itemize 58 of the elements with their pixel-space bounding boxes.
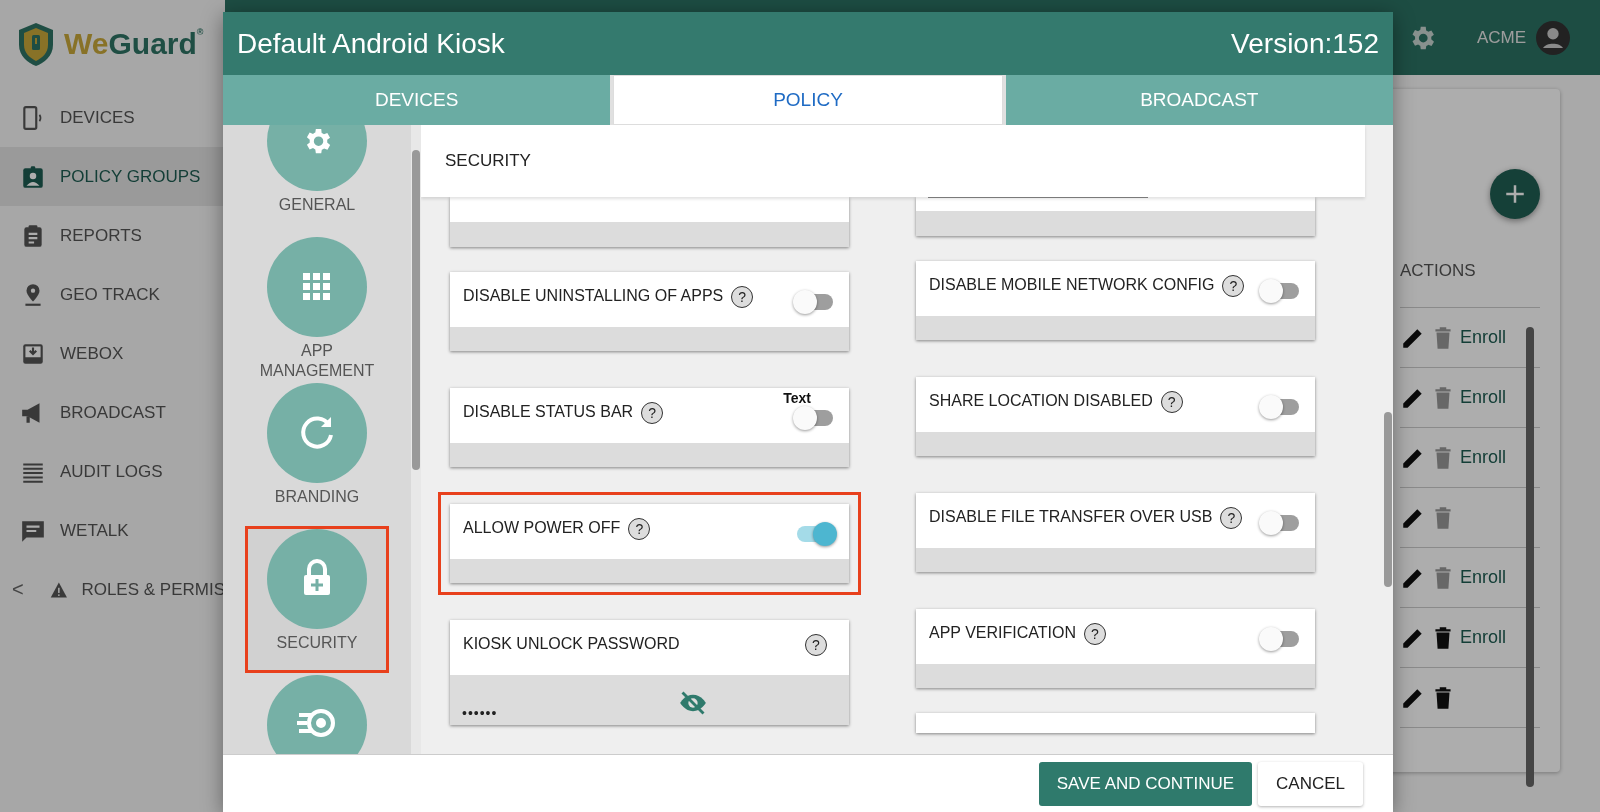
category-item[interactable]: SECURITY [248, 529, 386, 670]
setting-label: APP VERIFICATION [929, 623, 1076, 643]
help-icon[interactable]: ? [1222, 275, 1245, 297]
setting-label: ALLOW POWER OFF [463, 518, 621, 538]
help-icon[interactable]: ? [1220, 507, 1243, 529]
sidebar-item[interactable]: DEVICES [0, 88, 225, 147]
category-item[interactable]: BRANDING [248, 383, 386, 524]
user-name[interactable]: ACME [1476, 27, 1526, 48]
sidebar-item[interactable]: GEO TRACK [0, 265, 225, 324]
save-button[interactable]: SAVE AND CONTINUE [1038, 761, 1253, 806]
sidebar-item[interactable]: POLICY GROUPS [0, 147, 225, 206]
section-title: SECURITY [421, 125, 1365, 197]
column-header: ACTIONS [1400, 261, 1540, 308]
help-icon[interactable]: ? [805, 634, 827, 656]
sidebar-item[interactable]: REPORTS [0, 206, 225, 265]
brand-name: WeGuard$^{®}$ [64, 27, 204, 61]
category-item[interactable]: APP MANAGEMENT [248, 237, 386, 378]
sidebar-item[interactable]: WETALK [0, 501, 225, 560]
lock-icon [267, 529, 367, 629]
enroll-link[interactable]: Enroll [1460, 567, 1507, 588]
tab[interactable]: POLICY [613, 75, 1003, 125]
shield-logo-icon [16, 21, 56, 67]
help-icon[interactable]: ? [641, 402, 664, 424]
scrollbar[interactable] [412, 150, 420, 470]
avatar-icon[interactable] [1536, 20, 1570, 55]
help-icon[interactable]: ? [1084, 623, 1106, 645]
setting-label: SHARE LOCATION DISABLED [929, 391, 1153, 411]
dialog-title: Default Android Kiosk [237, 27, 505, 60]
sidebar-item[interactable]: BROADCAST [0, 383, 225, 442]
category-item[interactable]: GENERAL [248, 125, 386, 232]
enroll-link[interactable]: Enroll [1460, 387, 1507, 408]
scrollbar[interactable] [1384, 412, 1392, 587]
id-badge-icon [20, 163, 46, 190]
add-button[interactable] [1490, 169, 1540, 219]
collapse-caret[interactable]: < [12, 578, 24, 601]
refresh-icon [267, 383, 367, 483]
setting-label: DISABLE FILE TRANSFER OVER USB [929, 507, 1213, 527]
help-icon[interactable]: ? [731, 286, 754, 308]
enroll-link[interactable]: Enroll [1460, 447, 1507, 468]
sidebar-item[interactable]: AUDIT LOGS [0, 442, 225, 501]
cancel-button[interactable]: CANCEL [1258, 761, 1363, 806]
hidden-eye-icon[interactable] [679, 689, 707, 717]
speedometer-icon [267, 675, 367, 754]
enroll-link[interactable]: Enroll [1460, 327, 1507, 348]
setting-label: DISABLE UNINSTALLING OF APPS [463, 286, 724, 306]
help-icon[interactable]: ? [1160, 391, 1183, 413]
scrollbar[interactable] [1526, 327, 1534, 787]
grid-icon [267, 237, 367, 337]
sidebar-item[interactable]: WEBOX [0, 324, 225, 383]
sidebar-item[interactable]: < ROLES & PERMIS [0, 560, 225, 619]
version-label: Version:152 [1231, 27, 1379, 60]
toggle-note: Text [783, 390, 811, 406]
password-field[interactable]: •••••• [462, 705, 498, 721]
enroll-link[interactable]: Enroll [1460, 627, 1507, 648]
setting-label: KIOSK UNLOCK PASSWORD [463, 634, 680, 654]
help-icon[interactable]: ? [628, 518, 651, 540]
setting-label: DISABLE MOBILE NETWORK CONFIG [929, 275, 1215, 295]
setting-label: DISABLE STATUS BAR [463, 402, 634, 422]
